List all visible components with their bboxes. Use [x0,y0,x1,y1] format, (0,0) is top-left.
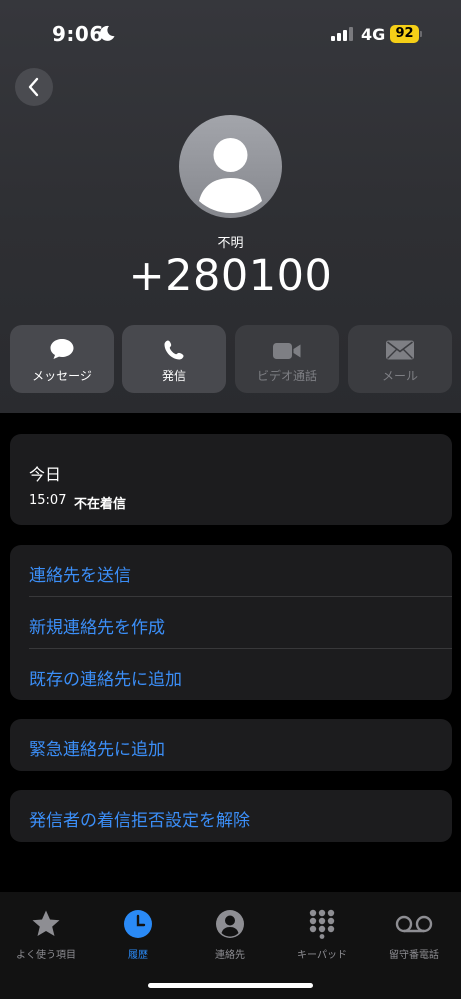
network-type: 4G [361,25,386,44]
mail-icon [386,340,414,360]
status-bar: 9:06 4G 92 [0,0,461,60]
tab-label: 連絡先 [215,950,245,961]
status-time: 9:06 [52,22,104,46]
call-button[interactable]: 発信 [122,325,226,393]
add-emergency-contact-button[interactable]: 緊急連絡先に追加 [29,735,165,760]
battery-level: 92 [390,25,419,43]
message-label: メッセージ [32,369,92,383]
tab-label: 履歴 [128,950,148,961]
message-bubble-icon [50,339,74,359]
phone-number: +280100 [128,251,333,301]
video-call-button[interactable]: ビデオ通話 [235,325,339,393]
contact-avatar [179,115,282,218]
call-time: 15:07 [29,493,67,508]
tab-label: 留守番電話 [389,950,439,961]
emergency-card: 緊急連絡先に追加 [10,719,452,771]
signal-strength-icon [331,27,353,41]
divider [29,648,452,649]
video-icon [273,343,301,359]
keypad-icon [309,909,335,939]
tab-voicemail[interactable]: 留守番電話 [368,908,460,961]
call-history-card: 今日 15:07 不在着信 [10,434,452,525]
clock-icon [124,910,152,938]
tab-keypad[interactable]: キーパッド [276,908,368,961]
call-label: 発信 [161,369,186,383]
history-date-title: 今日 [29,465,62,484]
call-status: 不在着信 [74,497,127,512]
battery-cap [420,31,422,37]
tab-label: よく使う項目 [16,950,76,961]
person-circle-icon [216,910,244,938]
mail-button[interactable]: メール [348,325,452,393]
tab-recents[interactable]: 履歴 [92,908,184,961]
message-button[interactable]: メッセージ [10,325,114,393]
add-to-existing-contact-button[interactable]: 既存の連絡先に追加 [29,665,182,690]
chevron-left-icon [28,77,39,97]
back-button[interactable] [15,68,53,106]
unblock-caller-button[interactable]: 発信者の着信拒否設定を解除 [29,806,250,831]
home-indicator[interactable] [148,983,313,988]
mail-label: メール [381,369,418,383]
moon-icon [99,25,115,41]
tab-label: キーパッド [297,950,347,961]
person-silhouette-icon [199,138,262,213]
share-contact-button[interactable]: 連絡先を送信 [29,561,131,586]
contact-header: 9:06 4G 92 不明 +280100 メッセージ 発信 ビデオ通話 メール [0,0,461,413]
contact-name-label: 不明 [217,236,244,251]
video-call-label: ビデオ通話 [256,369,317,383]
tab-contacts[interactable]: 連絡先 [184,908,276,961]
phone-icon [164,340,184,360]
voicemail-icon [395,915,433,933]
star-icon [32,910,60,936]
tab-favorites[interactable]: よく使う項目 [0,908,92,961]
contact-options-card: 連絡先を送信 新規連絡先を作成 既存の連絡先に追加 [10,545,452,700]
unblock-card: 発信者の着信拒否設定を解除 [10,790,452,842]
create-new-contact-button[interactable]: 新規連絡先を作成 [29,613,165,638]
divider [29,596,452,597]
